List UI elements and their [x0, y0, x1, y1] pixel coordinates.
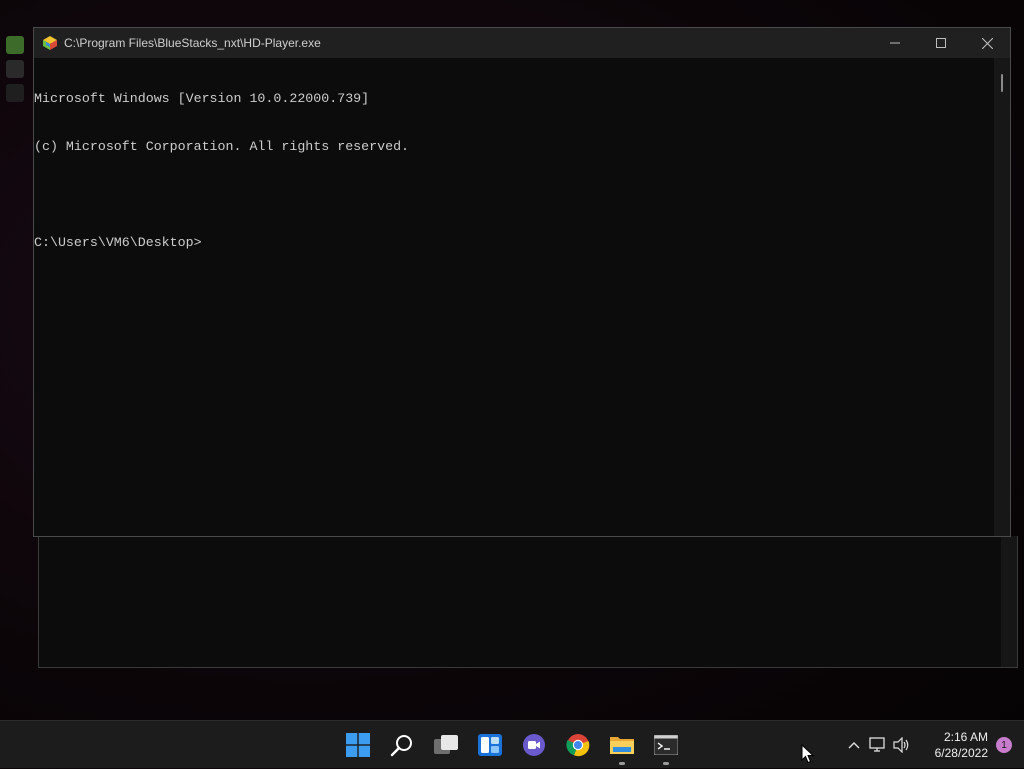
close-icon: [981, 37, 993, 49]
minimize-button[interactable]: [872, 28, 918, 58]
folder-icon: [610, 737, 634, 754]
notification-badge[interactable]: 1: [996, 737, 1012, 753]
desktop-app-icon[interactable]: [6, 60, 24, 78]
scrollbar-thumb[interactable]: [1001, 74, 1003, 92]
running-indicator: [619, 762, 625, 765]
desktop-app-icon[interactable]: [6, 36, 24, 54]
windows-logo-icon: [346, 733, 370, 757]
network-icon: [869, 737, 885, 752]
command-prompt-button[interactable]: [644, 721, 688, 769]
taskbar-apps: [336, 721, 688, 769]
running-indicator: [663, 762, 669, 765]
window-title: C:\Program Files\BlueStacks_nxt\HD-Playe…: [64, 36, 321, 50]
widgets-icon: [478, 734, 502, 756]
teams-chat-icon: [523, 734, 545, 756]
console-line: (c) Microsoft Corporation. All rights re…: [34, 139, 410, 154]
show-hidden-icons-button[interactable]: [842, 721, 866, 769]
taskbar: 2:16 AM 6/28/2022 1: [0, 720, 1024, 768]
network-button[interactable]: [866, 721, 890, 769]
console-output[interactable]: Microsoft Windows [Version 10.0.22000.73…: [34, 58, 994, 536]
background-window[interactable]: [38, 536, 1018, 668]
maximize-button[interactable]: [918, 28, 964, 58]
minimize-icon: [890, 42, 900, 44]
clock[interactable]: 2:16 AM 6/28/2022: [918, 729, 988, 761]
maximize-icon: [936, 38, 946, 48]
command-prompt-window[interactable]: C:\Program Files\BlueStacks_nxt\HD-Playe…: [33, 27, 1011, 537]
background-window-scrollbar[interactable]: [1001, 536, 1017, 667]
vertical-scrollbar[interactable]: [994, 58, 1010, 536]
terminal-icon: [654, 735, 678, 755]
console-line: Microsoft Windows [Version 10.0.22000.73…: [34, 91, 370, 106]
file-explorer-button[interactable]: [600, 721, 644, 769]
chrome-icon: [566, 734, 590, 757]
command-prompt-line[interactable]: C:\Users\VM6\Desktop>: [34, 235, 994, 251]
window-controls: [872, 28, 1010, 58]
desktop-icons: [4, 30, 30, 108]
volume-icon: [893, 737, 909, 753]
close-button[interactable]: [964, 28, 1010, 58]
mouse-cursor-icon: [801, 744, 814, 764]
bluestacks-icon: [43, 36, 57, 50]
clock-time: 2:16 AM: [943, 730, 988, 744]
system-tray: 2:16 AM 6/28/2022 1: [842, 721, 1024, 769]
volume-button[interactable]: [890, 721, 914, 769]
task-view-icon: [434, 735, 458, 754]
teams-chat-button[interactable]: [512, 721, 556, 769]
clock-date: 6/28/2022: [934, 746, 988, 760]
search-icon: [390, 735, 412, 757]
title-bar[interactable]: C:\Program Files\BlueStacks_nxt\HD-Playe…: [34, 28, 1010, 58]
search-button[interactable]: [380, 721, 424, 769]
widgets-button[interactable]: [468, 721, 512, 769]
chevron-up-icon: [848, 742, 860, 749]
desktop-app-icon[interactable]: [6, 84, 24, 102]
task-view-button[interactable]: [424, 721, 468, 769]
chrome-button[interactable]: [556, 721, 600, 769]
start-button[interactable]: [336, 721, 380, 769]
